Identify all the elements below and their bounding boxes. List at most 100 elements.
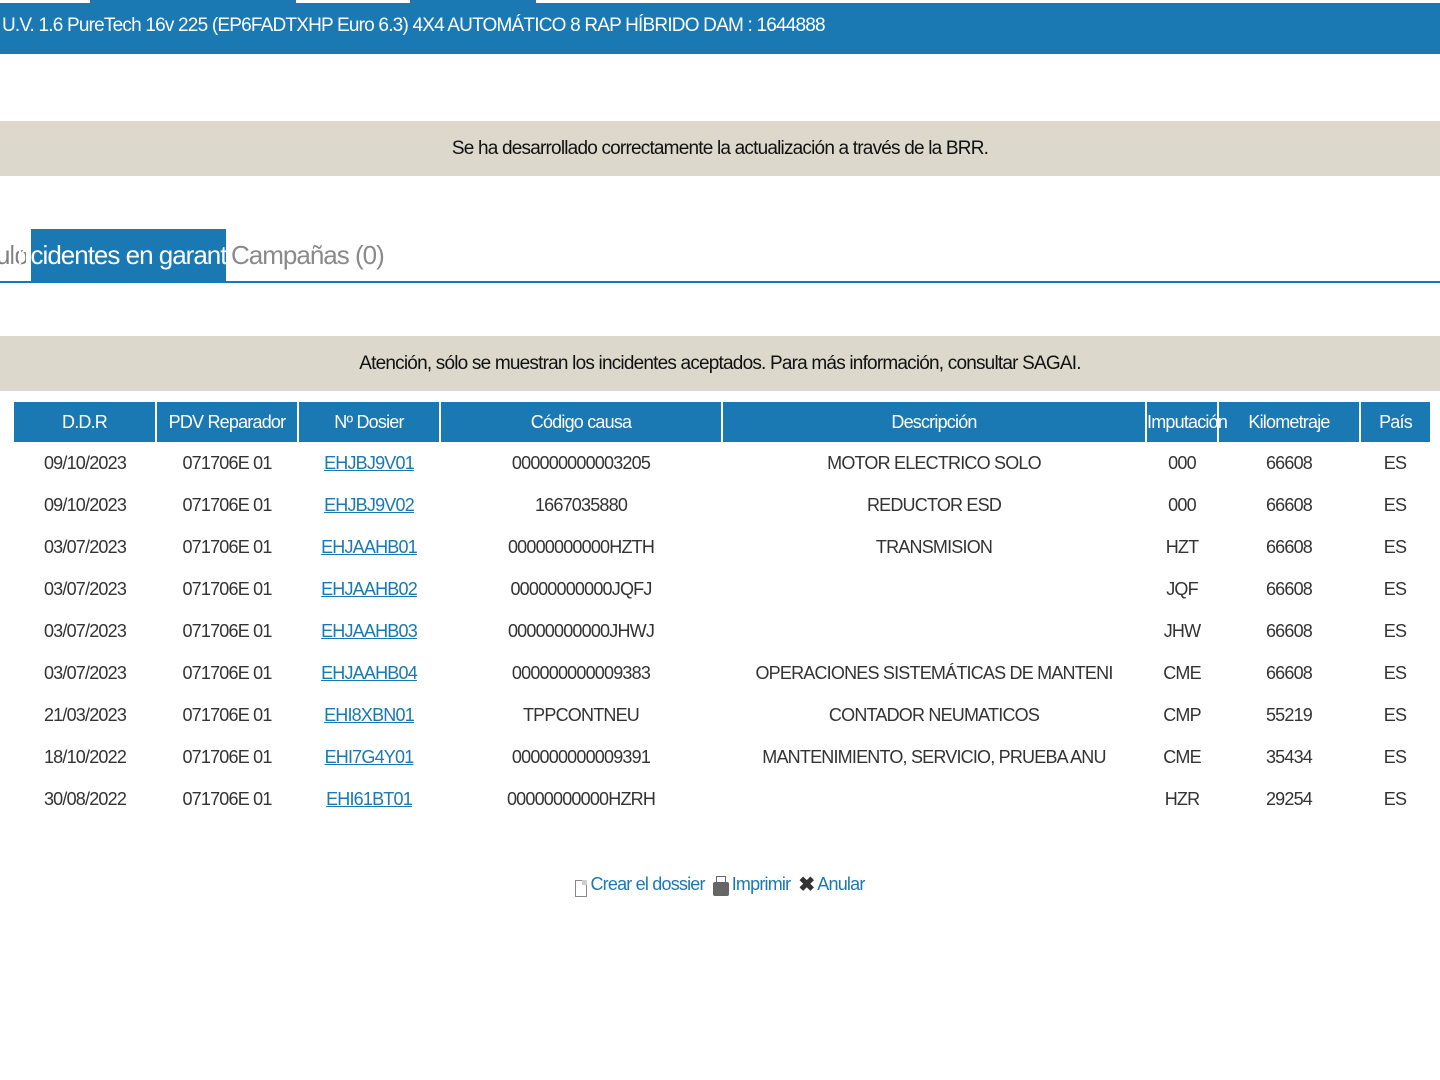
table-row: 09/10/2023 071706E 01 EHJBJ9V02 16670358… xyxy=(14,484,1430,526)
cell-country: ES xyxy=(1383,704,1407,725)
cell-dossier: EHJBJ9V02 xyxy=(298,484,440,526)
column-header-ddr[interactable]: D.D.R xyxy=(14,402,157,442)
column-header-description[interactable]: Descripción xyxy=(722,402,1147,442)
cell-description xyxy=(722,778,1146,820)
dossier-link[interactable]: EHI61BT01 xyxy=(326,789,413,809)
cell-mileage: 66608 xyxy=(1265,662,1313,683)
tab-warranty-incidents[interactable]: Incidentes en garantía xyxy=(11,229,247,281)
x-icon: ✖ xyxy=(798,873,815,896)
cell-description: TRANSMISION xyxy=(875,536,993,557)
cell-pdv: 071706E 01 xyxy=(182,704,272,725)
cell-cause-code: 1667035880 xyxy=(534,494,628,515)
cell-pdv: 071706E 01 xyxy=(182,578,272,599)
create-dossier-label: Crear el dossier xyxy=(590,874,705,894)
tab-campaigns[interactable]: Campañas (0) xyxy=(231,229,385,281)
cell-imputation: CMP xyxy=(1163,704,1201,725)
cell-pdv: 071706E 01 xyxy=(182,452,272,473)
cell-mileage: 66608 xyxy=(1265,578,1313,599)
success-notice: Se ha desarrollado correctamente la actu… xyxy=(0,121,1440,176)
table-row: 03/07/2023 071706E 01 EHJAAHB04 00000000… xyxy=(14,652,1430,694)
cell-dossier: EHI7G4Y01 xyxy=(298,736,440,778)
table-row: 30/08/2022 071706E 01 EHI61BT01 00000000… xyxy=(14,778,1430,820)
vehicle-header-bar: U.V. 1.6 PureTech 16v 225 (EP6FADTXHP Eu… xyxy=(0,0,1440,54)
cell-cause-code: 00000000000JQFJ xyxy=(510,578,652,599)
cell-mileage: 66608 xyxy=(1265,494,1313,515)
cell-imputation: CME xyxy=(1163,746,1201,767)
cell-description: CONTADOR NEUMATICOS xyxy=(828,704,1040,725)
cell-ddr: 18/10/2022 xyxy=(43,746,127,767)
print-button[interactable]: Imprimir xyxy=(712,874,791,896)
dossier-link[interactable]: EHJAAHB02 xyxy=(321,579,418,599)
table-row: 03/07/2023 071706E 01 EHJAAHB03 00000000… xyxy=(14,610,1430,652)
table-row: 03/07/2023 071706E 01 EHJAAHB01 00000000… xyxy=(14,526,1430,568)
cell-dossier: EHI61BT01 xyxy=(298,778,440,820)
vehicle-title: U.V. 1.6 PureTech 16v 225 (EP6FADTXHP Eu… xyxy=(2,15,826,36)
cell-ddr: 09/10/2023 xyxy=(43,452,127,473)
tab-bar: ulo Incidentes en garantía Campañas (0) xyxy=(0,229,1440,283)
dossier-link[interactable]: EHI7G4Y01 xyxy=(325,747,415,767)
cell-dossier: EHJAAHB02 xyxy=(298,568,440,610)
column-header-country[interactable]: País xyxy=(1360,402,1430,442)
cell-mileage: 29254 xyxy=(1265,788,1313,809)
cell-ddr: 03/07/2023 xyxy=(43,620,127,641)
cell-country: ES xyxy=(1383,452,1407,473)
column-header-dossier[interactable]: Nº Dosier xyxy=(298,402,441,442)
cell-mileage: 66608 xyxy=(1265,536,1313,557)
cell-imputation: CME xyxy=(1163,662,1201,683)
cell-description: MANTENIMIENTO, SERVICIO, PRUEBA ANU xyxy=(762,746,1106,767)
cell-pdv: 071706E 01 xyxy=(182,494,272,515)
cell-country: ES xyxy=(1383,746,1407,767)
cell-cause-code: 000000000009391 xyxy=(511,746,651,767)
cell-ddr: 30/08/2022 xyxy=(43,788,127,809)
cell-description xyxy=(722,610,1146,652)
print-label: Imprimir xyxy=(731,874,791,894)
cell-mileage: 66608 xyxy=(1265,620,1313,641)
cell-mileage: 66608 xyxy=(1265,452,1313,473)
table-row: 18/10/2022 071706E 01 EHI7G4Y01 00000000… xyxy=(14,736,1430,778)
column-header-pdv[interactable]: PDV Reparador xyxy=(156,402,299,442)
dossier-link[interactable]: EHJAAHB01 xyxy=(321,537,418,557)
dossier-link[interactable]: EHJAAHB04 xyxy=(321,663,418,683)
table-row: 09/10/2023 071706E 01 EHJBJ9V01 00000000… xyxy=(14,442,1430,484)
table-row: 03/07/2023 071706E 01 EHJAAHB02 00000000… xyxy=(14,568,1430,610)
cell-ddr: 03/07/2023 xyxy=(43,578,127,599)
cell-ddr: 03/07/2023 xyxy=(43,662,127,683)
cell-description: MOTOR ELECTRICO SOLO xyxy=(827,452,1042,473)
cell-imputation: JHW xyxy=(1163,620,1201,641)
cell-dossier: EHJAAHB03 xyxy=(298,610,440,652)
create-dossier-button[interactable]: Crear el dossier xyxy=(575,872,706,897)
incidents-table: D.D.R PDV Reparador Nº Dosier Código cau… xyxy=(14,402,1430,820)
cell-pdv: 071706E 01 xyxy=(182,536,272,557)
cell-imputation: 000 xyxy=(1168,494,1196,515)
cell-cause-code: TPPCONTNEU xyxy=(522,704,640,725)
printer-icon xyxy=(712,875,729,896)
cell-mileage: 55219 xyxy=(1265,704,1313,725)
cell-dossier: EHI8XBN01 xyxy=(298,694,440,736)
cell-ddr: 21/03/2023 xyxy=(43,704,127,725)
cell-pdv: 071706E 01 xyxy=(182,788,272,809)
cell-country: ES xyxy=(1383,578,1407,599)
cell-ddr: 03/07/2023 xyxy=(43,536,127,557)
dossier-link[interactable]: EHJBJ9V01 xyxy=(324,453,415,473)
cell-mileage: 35434 xyxy=(1265,746,1313,767)
dossier-link[interactable]: EHI8XBN01 xyxy=(324,705,415,725)
cell-description: REDUCTOR ESD xyxy=(866,494,1002,515)
column-header-cause-code[interactable]: Código causa xyxy=(440,402,723,442)
cell-country: ES xyxy=(1383,494,1407,515)
document-icon xyxy=(575,880,588,897)
cancel-button[interactable]: ✖ Anular xyxy=(798,873,865,896)
column-header-imputation[interactable]: Imputación xyxy=(1146,402,1228,442)
table-header-row: D.D.R PDV Reparador Nº Dosier Código cau… xyxy=(14,402,1430,442)
cell-cause-code: 000000000003205 xyxy=(511,452,651,473)
cell-pdv: 071706E 01 xyxy=(182,746,272,767)
column-header-mileage[interactable]: Kilometraje xyxy=(1218,402,1361,442)
cell-imputation: HZR xyxy=(1164,788,1200,809)
dossier-link[interactable]: EHJBJ9V02 xyxy=(324,495,415,515)
cell-cause-code: 00000000000JHWJ xyxy=(507,620,655,641)
cell-imputation: JQF xyxy=(1166,578,1198,599)
dossier-link[interactable]: EHJAAHB03 xyxy=(321,621,418,641)
cell-country: ES xyxy=(1383,662,1407,683)
cell-cause-code: 00000000000HZTH xyxy=(507,536,655,557)
cell-pdv: 071706E 01 xyxy=(182,620,272,641)
warning-notice: Atención, sólo se muestran los incidente… xyxy=(0,336,1440,391)
